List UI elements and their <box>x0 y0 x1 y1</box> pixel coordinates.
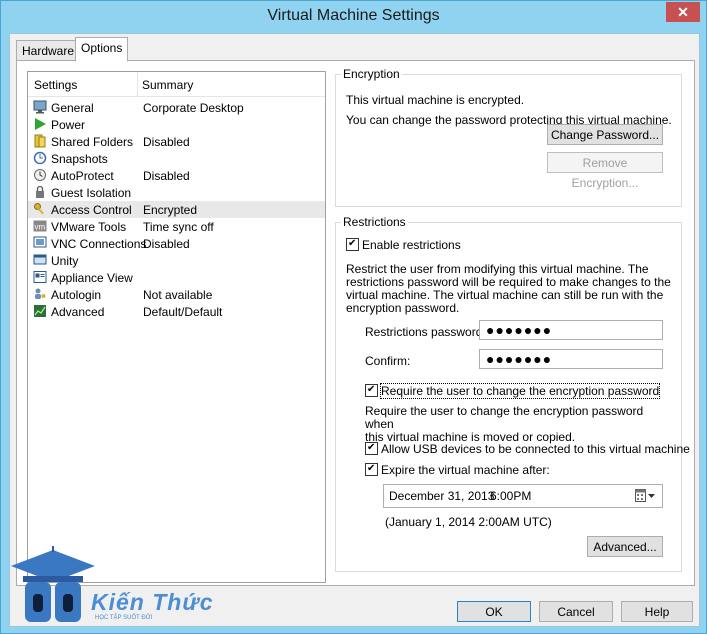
list-item-summary: Disabled <box>143 237 190 251</box>
list-item-summary: Encrypted <box>143 203 198 217</box>
expire-label[interactable]: Expire the virtual machine after: <box>381 463 550 477</box>
close-icon: ✕ <box>677 4 689 20</box>
user-key-icon <box>35 288 46 299</box>
folder-icon <box>34 134 46 148</box>
list-item-shared-folders[interactable]: Shared Folders Disabled <box>28 133 325 150</box>
list-item-advanced[interactable]: Advanced Default/Default <box>28 303 325 320</box>
watermark-subtext: HỌC TẬP SUỐT ĐỜI <box>95 615 153 621</box>
snapshot-icon <box>33 151 47 165</box>
close-button[interactable]: ✕ <box>666 2 700 22</box>
encryption-status-text: This virtual machine is encrypted. <box>346 93 525 107</box>
cancel-button[interactable]: Cancel <box>539 601 613 622</box>
list-item-summary: Corporate Desktop <box>143 101 244 115</box>
lock-icon <box>36 185 44 198</box>
list-item-unity[interactable]: Unity <box>28 252 325 269</box>
expire-utc-text: (January 1, 2014 2:00AM UTC) <box>385 515 552 529</box>
list-item-summary: Not available <box>143 288 213 302</box>
list-item-appliance-view[interactable]: Appliance View <box>28 269 325 286</box>
ok-button[interactable]: OK <box>457 601 531 622</box>
appliance-icon <box>33 271 47 283</box>
list-item-label: General <box>51 101 94 115</box>
watermark-text: Kiến Thức <box>91 589 214 615</box>
clock-icon <box>34 169 46 181</box>
list-item-snapshots[interactable]: Snapshots <box>28 150 325 167</box>
list-item-summary: Default/Default <box>143 305 223 319</box>
options-panel: Settings Summary General Corporate Deskt… <box>16 60 695 586</box>
expire-time-value[interactable]: 6:00PM <box>490 489 531 503</box>
restrictions-description: Restrict the user from modifying this vi… <box>346 263 676 315</box>
advanced-button[interactable]: Advanced... <box>587 536 663 557</box>
list-item-general[interactable]: General Corporate Desktop <box>28 99 325 116</box>
expire-checkbox[interactable] <box>365 463 378 476</box>
vnc-icon <box>33 236 47 248</box>
change-password-button[interactable]: Change Password... <box>547 124 663 145</box>
title-bar[interactable]: Virtual Machine Settings ✕ <box>1 1 706 33</box>
list-item-summary: Time sync off <box>143 220 214 234</box>
list-item-label: Guest Isolation <box>51 186 132 200</box>
play-icon <box>35 118 46 130</box>
list-item-vnc-connections[interactable]: VNC Connections Disabled <box>28 235 325 252</box>
graduation-cap-icon <box>11 546 95 622</box>
restrictions-legend: Restrictions <box>343 215 406 229</box>
list-item-summary: Disabled <box>143 169 190 183</box>
list-item-label: Power <box>51 118 86 132</box>
help-button[interactable]: Help <box>621 601 693 622</box>
encryption-group: Encryption This virtual machine is encry… <box>335 67 682 207</box>
confirm-password-label: Confirm: <box>365 354 411 368</box>
encryption-legend: Encryption <box>343 67 400 81</box>
settings-list: Settings Summary General Corporate Deskt… <box>27 71 326 583</box>
list-item-label: Autologin <box>51 288 102 302</box>
list-item-label: AutoProtect <box>51 169 114 183</box>
column-header-summary[interactable]: Summary <box>142 78 193 92</box>
list-item-label: Access Control <box>51 203 132 217</box>
allow-usb-checkbox[interactable] <box>365 442 378 455</box>
dialog-client: Hardware Options Settings Summary Genera… <box>9 33 700 627</box>
list-item-vmware-tools[interactable]: vm VMware Tools Time sync off <box>28 218 325 235</box>
tab-options[interactable]: Options <box>75 37 129 62</box>
svg-text:vm: vm <box>35 223 46 232</box>
restrictions-password-label: Restrictions password: <box>365 325 486 339</box>
unity-icon <box>33 254 47 265</box>
list-item-power[interactable]: Power <box>28 116 325 133</box>
confirm-password-field[interactable]: ●●●●●●● <box>479 349 663 369</box>
expire-date-picker[interactable]: December 31, 2013 6:00PM <box>383 484 663 508</box>
list-item-label: Shared Folders <box>51 135 134 149</box>
list-item-guest-isolation[interactable]: Guest Isolation <box>28 184 325 201</box>
chart-icon <box>34 305 46 317</box>
settings-window: Virtual Machine Settings ✕ Hardware Opti… <box>0 0 707 634</box>
list-header: Settings Summary <box>28 72 325 97</box>
list-item-label: Advanced <box>51 305 105 319</box>
remove-encryption-button[interactable]: Remove Encryption... <box>547 152 663 190</box>
description-line: encryption password. <box>346 301 460 315</box>
calendar-dropdown-icon[interactable] <box>635 489 657 503</box>
column-divider[interactable] <box>137 72 138 96</box>
require-change-description: Require the user to change the encryptio… <box>365 405 665 444</box>
restrictions-group: Restrictions Enable restrictions Restric… <box>335 215 690 572</box>
require-change-label[interactable]: Require the user to change the encryptio… <box>379 383 661 399</box>
require-change-checkbox[interactable] <box>365 384 378 397</box>
monitor-icon <box>33 100 47 114</box>
window-title: Virtual Machine Settings <box>267 7 440 24</box>
expire-date-value[interactable]: December 31, 2013 <box>389 489 494 503</box>
column-header-settings[interactable]: Settings <box>34 78 77 92</box>
description-line: Require the user to change the encryptio… <box>365 404 644 431</box>
list-item-autologin[interactable]: Autologin Not available <box>28 286 325 303</box>
tab-hardware[interactable]: Hardware <box>16 40 81 62</box>
list-item-access-control[interactable]: Access Control Encrypted <box>28 201 325 218</box>
list-item-autoprotect[interactable]: AutoProtect Disabled <box>28 167 325 184</box>
restrictions-password-field[interactable]: ●●●●●●● <box>479 320 663 340</box>
vm-icon: vm <box>33 220 47 232</box>
list-item-label: Appliance View <box>51 271 133 285</box>
watermark-logo: Kiến Thức HỌC TẬP SUỐT ĐỜI <box>9 546 224 626</box>
list-item-label: VMware Tools <box>51 220 127 234</box>
allow-usb-label[interactable]: Allow USB devices to be connected to thi… <box>381 442 690 456</box>
list-item-summary: Disabled <box>143 135 190 149</box>
enable-restrictions-checkbox[interactable] <box>346 238 359 251</box>
list-item-label: Unity <box>51 254 79 268</box>
list-item-label: VNC Connections <box>51 237 147 251</box>
key-icon <box>34 203 44 215</box>
list-item-label: Snapshots <box>51 152 108 166</box>
enable-restrictions-label[interactable]: Enable restrictions <box>362 238 461 252</box>
